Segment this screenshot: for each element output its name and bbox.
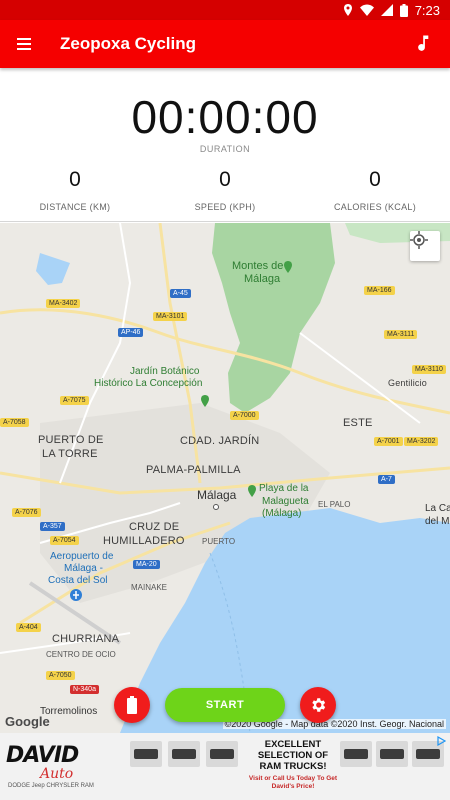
airport-icon bbox=[70, 589, 82, 601]
map-label-puerto-torre-2: LA TORRE bbox=[42, 448, 98, 460]
road-badge-a404: A-404 bbox=[16, 623, 41, 632]
calories-label: CALORIES (KCAL) bbox=[333, 202, 417, 212]
map-label-del-mo: del Mo bbox=[425, 516, 450, 527]
map-label-la-cal: La Cal bbox=[425, 503, 450, 514]
speed-value: 0 bbox=[219, 168, 231, 191]
map-label-playa-3: (Málaga) bbox=[262, 508, 302, 519]
start-button[interactable]: START bbox=[165, 688, 285, 722]
stats-panel: 00:00:00 DURATION 0 DISTANCE (KM) 0 SPEE… bbox=[0, 68, 450, 222]
park-pin-icon bbox=[284, 261, 292, 273]
music-button[interactable] bbox=[412, 32, 436, 56]
duration-label: DURATION bbox=[199, 144, 251, 154]
battery-icon bbox=[127, 696, 137, 714]
road-badge-a7000: A-7000 bbox=[230, 411, 259, 420]
map-label-montes: Montes de bbox=[232, 260, 284, 272]
map-label-este: ESTE bbox=[343, 417, 373, 429]
map-label-malaga: Málaga bbox=[197, 488, 237, 502]
speed-metric: 0 SPEED (KPH) bbox=[150, 168, 300, 212]
map-label-playa-2: Malagueta bbox=[262, 496, 309, 507]
road-badge-a45: A-45 bbox=[170, 289, 191, 298]
hamburger-menu-icon bbox=[17, 38, 31, 50]
my-location-button[interactable] bbox=[410, 231, 440, 261]
ad-brands: DODGE Jeep CHRYSLER RAM bbox=[8, 783, 94, 789]
signal-icon bbox=[380, 4, 393, 16]
speed-label: SPEED (KPH) bbox=[194, 202, 256, 212]
calories-value: 0 bbox=[369, 168, 381, 191]
ad-truck-image bbox=[168, 741, 200, 767]
app-bar: Zeopoxa Cycling bbox=[0, 20, 450, 68]
google-logo: Google bbox=[5, 714, 50, 729]
settings-button[interactable] bbox=[300, 687, 336, 723]
app-title: Zeopoxa Cycling bbox=[60, 34, 197, 53]
wifi-icon bbox=[359, 4, 374, 16]
map-label-churriana: CHURRIANA bbox=[52, 633, 120, 645]
road-badge-ma3402: MA-3402 bbox=[46, 299, 81, 308]
status-time: 7:23 bbox=[414, 2, 440, 18]
calories-metric: 0 CALORIES (KCAL) bbox=[300, 168, 450, 212]
ad-logo-sub: Auto bbox=[40, 766, 74, 782]
status-icons: 7:23 bbox=[343, 2, 440, 18]
road-badge-ma166: MA-166 bbox=[364, 286, 395, 295]
ad-headline: EXCELLENT SELECTION OF RAM TRUCKS! bbox=[257, 739, 329, 772]
road-badge-a357: A-357 bbox=[40, 522, 65, 531]
map-view[interactable]: Montes de Málaga Jardín Botánico Históri… bbox=[0, 223, 450, 733]
road-badge-ma3101: MA-3101 bbox=[153, 312, 188, 321]
map-label-aeropuerto-2: Málaga - bbox=[64, 563, 103, 574]
road-badge-a7050: A-7050 bbox=[46, 671, 75, 680]
crosshair-icon bbox=[410, 231, 428, 249]
battery-button[interactable] bbox=[114, 687, 150, 723]
road-badge-a7: A-7 bbox=[378, 475, 395, 484]
ad-banner[interactable]: DAVID Auto DODGE Jeep CHRYSLER RAM EXCEL… bbox=[0, 733, 450, 800]
city-dot-icon bbox=[213, 504, 219, 510]
duration-value: 00:00:00 bbox=[131, 91, 319, 143]
distance-metric: 0 DISTANCE (KM) bbox=[0, 168, 150, 212]
map-label-puerto-torre: PUERTO DE bbox=[38, 434, 104, 446]
road-badge-ma3111: MA-3111 bbox=[384, 330, 418, 339]
ad-truck-image bbox=[376, 741, 408, 767]
menu-button[interactable] bbox=[14, 32, 38, 56]
ad-truck-image bbox=[130, 741, 162, 767]
map-label-aeropuerto: Aeropuerto de bbox=[50, 551, 114, 562]
map-label-centro-ocio: CENTRO DE OCIO bbox=[46, 650, 116, 659]
map-label-jardin-2: Histórico La Concepción bbox=[94, 378, 203, 389]
road-badge-ma3110: MA-3110 bbox=[412, 365, 446, 374]
map-label-puerto: PUERTO bbox=[202, 537, 236, 546]
road-badge-ap46: AP-46 bbox=[118, 328, 144, 337]
map-label-gentilicio: Gentilicio bbox=[388, 378, 428, 388]
ad-cta: Visit or Call Us Today To Get David's Pr… bbox=[248, 775, 338, 790]
distance-value: 0 bbox=[69, 168, 81, 191]
road-badge-n340a: N-340a bbox=[70, 685, 99, 694]
road-badge-a7001: A-7001 bbox=[374, 437, 403, 446]
map-label-el-palo: EL PALO bbox=[318, 500, 351, 509]
location-icon bbox=[343, 4, 352, 16]
map-label-palma: PALMA-PALMILLA bbox=[146, 464, 241, 476]
ad-truck-image bbox=[340, 741, 372, 767]
map-label-jardin: Jardín Botánico bbox=[130, 366, 200, 377]
adchoices-icon[interactable] bbox=[436, 736, 446, 746]
gear-icon bbox=[312, 698, 326, 712]
status-bar: 7:23 bbox=[0, 0, 450, 20]
road-badge-a7076: A-7076 bbox=[12, 508, 41, 517]
map-label-cdad-jardin: CDAD. JARDÍN bbox=[180, 435, 260, 447]
garden-pin-icon bbox=[201, 395, 209, 407]
road-badge-a7058: A-7058 bbox=[0, 418, 29, 427]
beach-pin-icon bbox=[248, 485, 256, 497]
road-badge-a7054: A-7054 bbox=[50, 536, 79, 545]
music-note-icon bbox=[418, 35, 429, 51]
battery-icon bbox=[399, 3, 408, 17]
road-badge-a7075: A-7075 bbox=[60, 396, 89, 405]
map-label-cruz-2: HUMILLADERO bbox=[103, 535, 185, 547]
ad-logo: DAVID bbox=[6, 743, 79, 768]
distance-label: DISTANCE (KM) bbox=[39, 202, 111, 212]
map-label-mainake: MAINAKE bbox=[131, 583, 168, 592]
map-label-playa: Playa de la bbox=[259, 483, 309, 494]
ad-truck-image bbox=[206, 741, 238, 767]
map-label-aeropuerto-3: Costa del Sol bbox=[48, 575, 108, 586]
map-label-montes-malaga: Málaga bbox=[244, 273, 281, 285]
map-label-cruz: CRUZ DE bbox=[129, 521, 180, 533]
road-badge-ma3202: MA-3202 bbox=[404, 437, 439, 446]
road-badge-ma20: MA-20 bbox=[133, 560, 160, 569]
